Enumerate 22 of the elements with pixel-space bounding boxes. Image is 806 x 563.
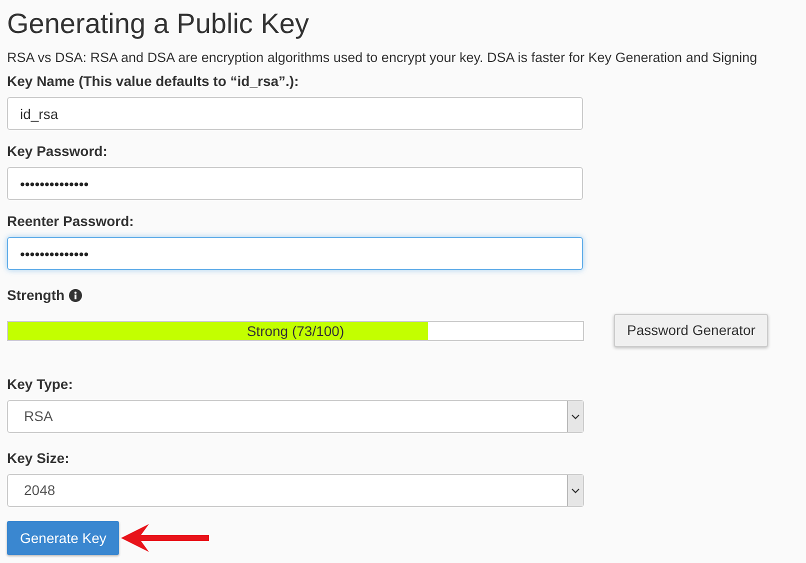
page-title: Generating a Public Key — [7, 7, 310, 41]
field-label: Key Type: — [7, 375, 74, 393]
info-icon[interactable] — [68, 288, 82, 302]
strength-reading: Strong (73/100) — [246, 322, 344, 340]
chevron-down-icon — [571, 414, 580, 420]
field-label: Key Name (This value defaults to “id_rsa”.): — [7, 72, 300, 90]
dropdown[interactable]: RSA — [7, 400, 584, 433]
password-generator-button[interactable]: Password Generator — [614, 314, 768, 347]
password-field[interactable]: •••••••••••••• — [7, 237, 583, 270]
field-label: Key Size: — [7, 449, 70, 467]
field-label: Key Password: — [7, 142, 108, 160]
field-label: Reenter Password: — [7, 212, 135, 230]
password-field[interactable]: •••••••••••••• — [7, 167, 583, 200]
arrow-icon — [121, 524, 210, 552]
dropdown-value: 2048 — [24, 481, 56, 500]
text-field[interactable]: id_rsa — [7, 97, 583, 130]
field-label: Strength — [7, 286, 65, 304]
chevron-down-icon — [571, 488, 580, 494]
dropdown[interactable]: 2048 — [7, 474, 584, 507]
dropdown-value: RSA — [24, 407, 53, 426]
description-text: RSA vs DSA: RSA and DSA are encryption algorithms used to encrypt your key. DSA is faster for Key Generation and Signing — [7, 49, 758, 67]
generate-key-button[interactable]: Generate Key — [7, 521, 120, 555]
